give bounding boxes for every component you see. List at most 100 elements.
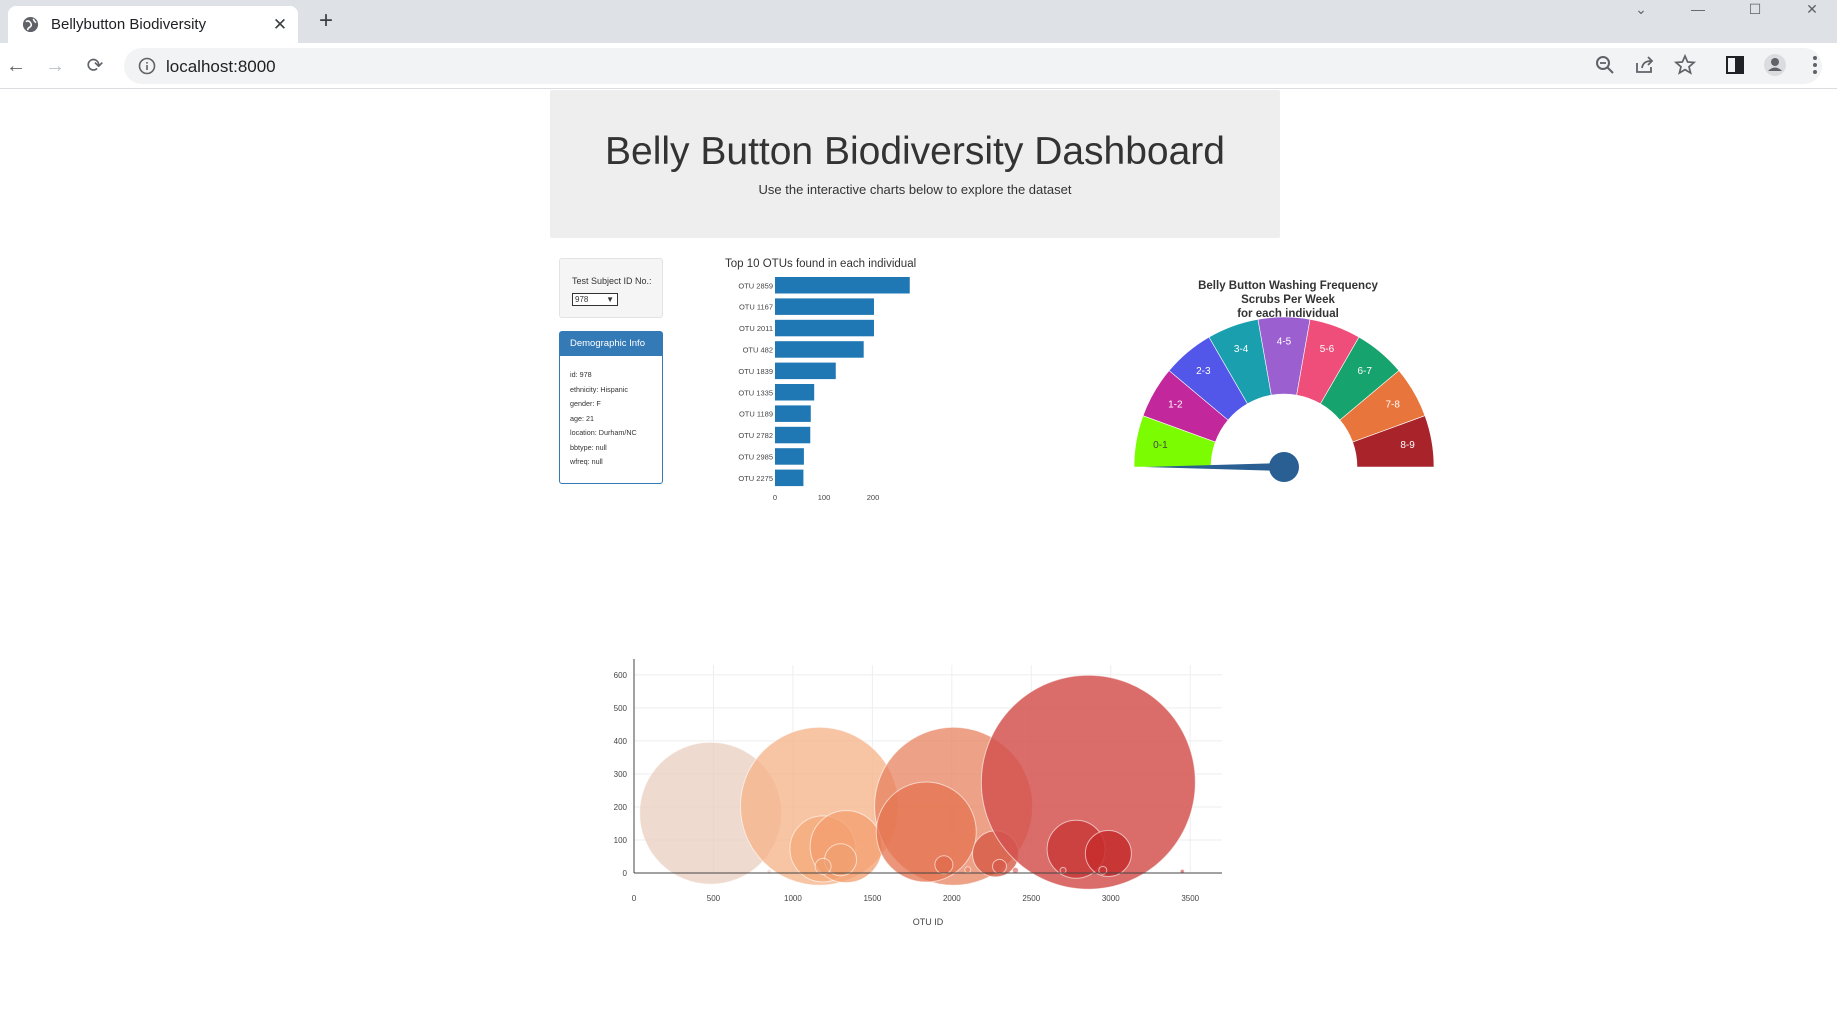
info-icon[interactable] [138, 57, 156, 75]
bubble-x-tick: 1000 [784, 894, 802, 903]
bubble[interactable] [934, 855, 954, 875]
bar-category-label: OTU 1839 [738, 367, 773, 376]
bubble-y-tick: 0 [623, 869, 628, 878]
demographic-line: age: 21 [570, 413, 594, 423]
demographic-line: bbtype: null [570, 442, 607, 452]
gauge-segment-label: 0-1 [1153, 440, 1168, 451]
subject-id-select[interactable]: 978 ▼ [572, 293, 618, 306]
page-subtitle: Use the interactive charts below to expl… [758, 182, 1072, 197]
bar[interactable] [775, 341, 864, 358]
demographic-panel: Demographic Info id: 978 ethnicity: Hispa… [559, 331, 663, 484]
reload-button[interactable]: ⟳ [81, 52, 109, 80]
close-window-button[interactable]: ✕ [1789, 0, 1835, 20]
bubble-y-tick: 200 [614, 803, 628, 812]
bar-category-label: OTU 482 [743, 345, 773, 354]
back-button[interactable]: ← [2, 52, 30, 80]
bubble-y-tick: 100 [614, 836, 628, 845]
gauge-segment-label: 5-6 [1320, 344, 1335, 355]
bubble-x-tick: 2000 [943, 894, 961, 903]
gauge-segment-label: 7-8 [1385, 399, 1400, 410]
bar-category-label: OTU 1335 [738, 388, 773, 397]
dashboard-header: Belly Button Biodiversity Dashboard Use … [550, 90, 1280, 238]
bookmark-star-icon[interactable] [1672, 52, 1698, 78]
tab-title: Bellybutton Biodiversity [51, 16, 207, 33]
profile-avatar-icon[interactable] [1762, 52, 1788, 78]
bar-chart-title: Top 10 OTUs found in each individual [725, 258, 916, 270]
demographic-heading: Demographic Info [560, 332, 662, 356]
kebab-menu-icon[interactable] [1802, 52, 1828, 78]
gauge-segment-label: 8-9 [1400, 440, 1415, 451]
top10-bar-chart: Top 10 OTUs found in each individual OTU … [725, 258, 916, 502]
bubble-y-tick: 300 [614, 770, 628, 779]
bar-category-label: OTU 1167 [739, 303, 773, 312]
bar-category-label: OTU 2985 [738, 452, 773, 461]
demographic-line: id: 978 [570, 370, 592, 379]
browser-tab[interactable]: Bellybutton Biodiversity ✕ [8, 6, 298, 43]
bar-category-label: OTU 2275 [738, 474, 773, 483]
chevron-down-icon: ▼ [606, 295, 614, 304]
share-icon[interactable] [1632, 52, 1658, 78]
bar[interactable] [775, 469, 804, 487]
bar-x-tick: 100 [818, 493, 831, 502]
gauge-segment-label: 3-4 [1234, 344, 1249, 355]
bar[interactable] [775, 405, 811, 422]
bar[interactable] [775, 298, 874, 315]
bubble-x-tick: 500 [707, 894, 721, 903]
bubble-y-tick: 400 [614, 737, 628, 746]
gauge-segment-label: 2-3 [1196, 366, 1211, 377]
tab-search-icon[interactable]: ⌄ [1618, 0, 1664, 20]
demographic-line: gender: F [570, 399, 601, 408]
globe-icon [22, 16, 39, 33]
bar[interactable] [775, 277, 910, 294]
gauge-needle-hub [1269, 452, 1299, 482]
demographic-line: location: Durham/NC [570, 428, 637, 437]
minimize-button[interactable]: — [1675, 0, 1721, 20]
bubble[interactable] [814, 857, 832, 875]
page-title: Belly Button Biodiversity Dashboard [605, 130, 1225, 173]
subject-selector-label: Test Subject ID No.: [572, 276, 652, 286]
bar[interactable] [775, 384, 815, 401]
bubble-x-tick: 2500 [1022, 894, 1040, 903]
demographic-line: ethnicity: Hispanic [570, 384, 628, 394]
gauge-segment-label: 4-5 [1277, 337, 1292, 348]
bar-category-label: OTU 1189 [739, 410, 773, 419]
bubble-x-tick: 3500 [1181, 894, 1199, 903]
bar-x-tick: 200 [867, 493, 880, 502]
bar-category-label: OTU 2011 [739, 324, 773, 333]
bubble-x-tick: 0 [632, 894, 637, 903]
subject-id-value: 978 [575, 295, 589, 304]
bubble[interactable] [1084, 830, 1132, 878]
demographic-line: wfreq: null [570, 457, 603, 466]
bar[interactable] [775, 362, 836, 380]
washing-gauge-chart: Belly Button Washing Frequency Scrubs Per… [1133, 280, 1435, 482]
forward-button[interactable]: → [41, 52, 69, 80]
address-bar[interactable]: localhost:8000 [124, 48, 1822, 84]
bubble[interactable] [1011, 866, 1019, 874]
demographic-body: id: 978 ethnicity: Hispanic gender: F age: … [560, 356, 662, 470]
new-tab-button[interactable]: + [313, 9, 339, 35]
gauge-segment-label: 1-2 [1168, 399, 1183, 410]
gauge-title-line: Scrubs Per Week [1241, 294, 1335, 306]
browser-toolbar: ← → ⟳ localhost:8000 [0, 43, 1837, 89]
zoom-icon[interactable] [1592, 52, 1618, 78]
bar[interactable] [775, 426, 811, 444]
subject-selector-panel: Test Subject ID No.: 978 ▼ [559, 258, 663, 318]
side-panel-icon[interactable] [1722, 52, 1748, 78]
bubble[interactable] [1059, 866, 1067, 874]
bar[interactable] [775, 448, 804, 465]
bubble-x-axis-label: OTU ID [913, 917, 944, 927]
bar-category-label: OTU 2859 [738, 281, 773, 290]
bar[interactable] [775, 319, 874, 337]
bubble[interactable] [964, 866, 972, 874]
url-text: localhost:8000 [166, 57, 276, 76]
bubble-x-tick: 1500 [863, 894, 881, 903]
bubble[interactable] [992, 858, 1008, 874]
gauge-segment-label: 6-7 [1357, 366, 1372, 377]
bubble-x-tick: 3000 [1102, 894, 1120, 903]
bubble-y-tick: 500 [614, 704, 628, 713]
bubble[interactable] [875, 781, 977, 883]
maximize-button[interactable]: ☐ [1732, 0, 1778, 20]
tab-close-icon[interactable]: ✕ [270, 15, 290, 35]
bar-x-tick: 0 [773, 493, 777, 502]
bubble-y-tick: 600 [614, 671, 628, 680]
